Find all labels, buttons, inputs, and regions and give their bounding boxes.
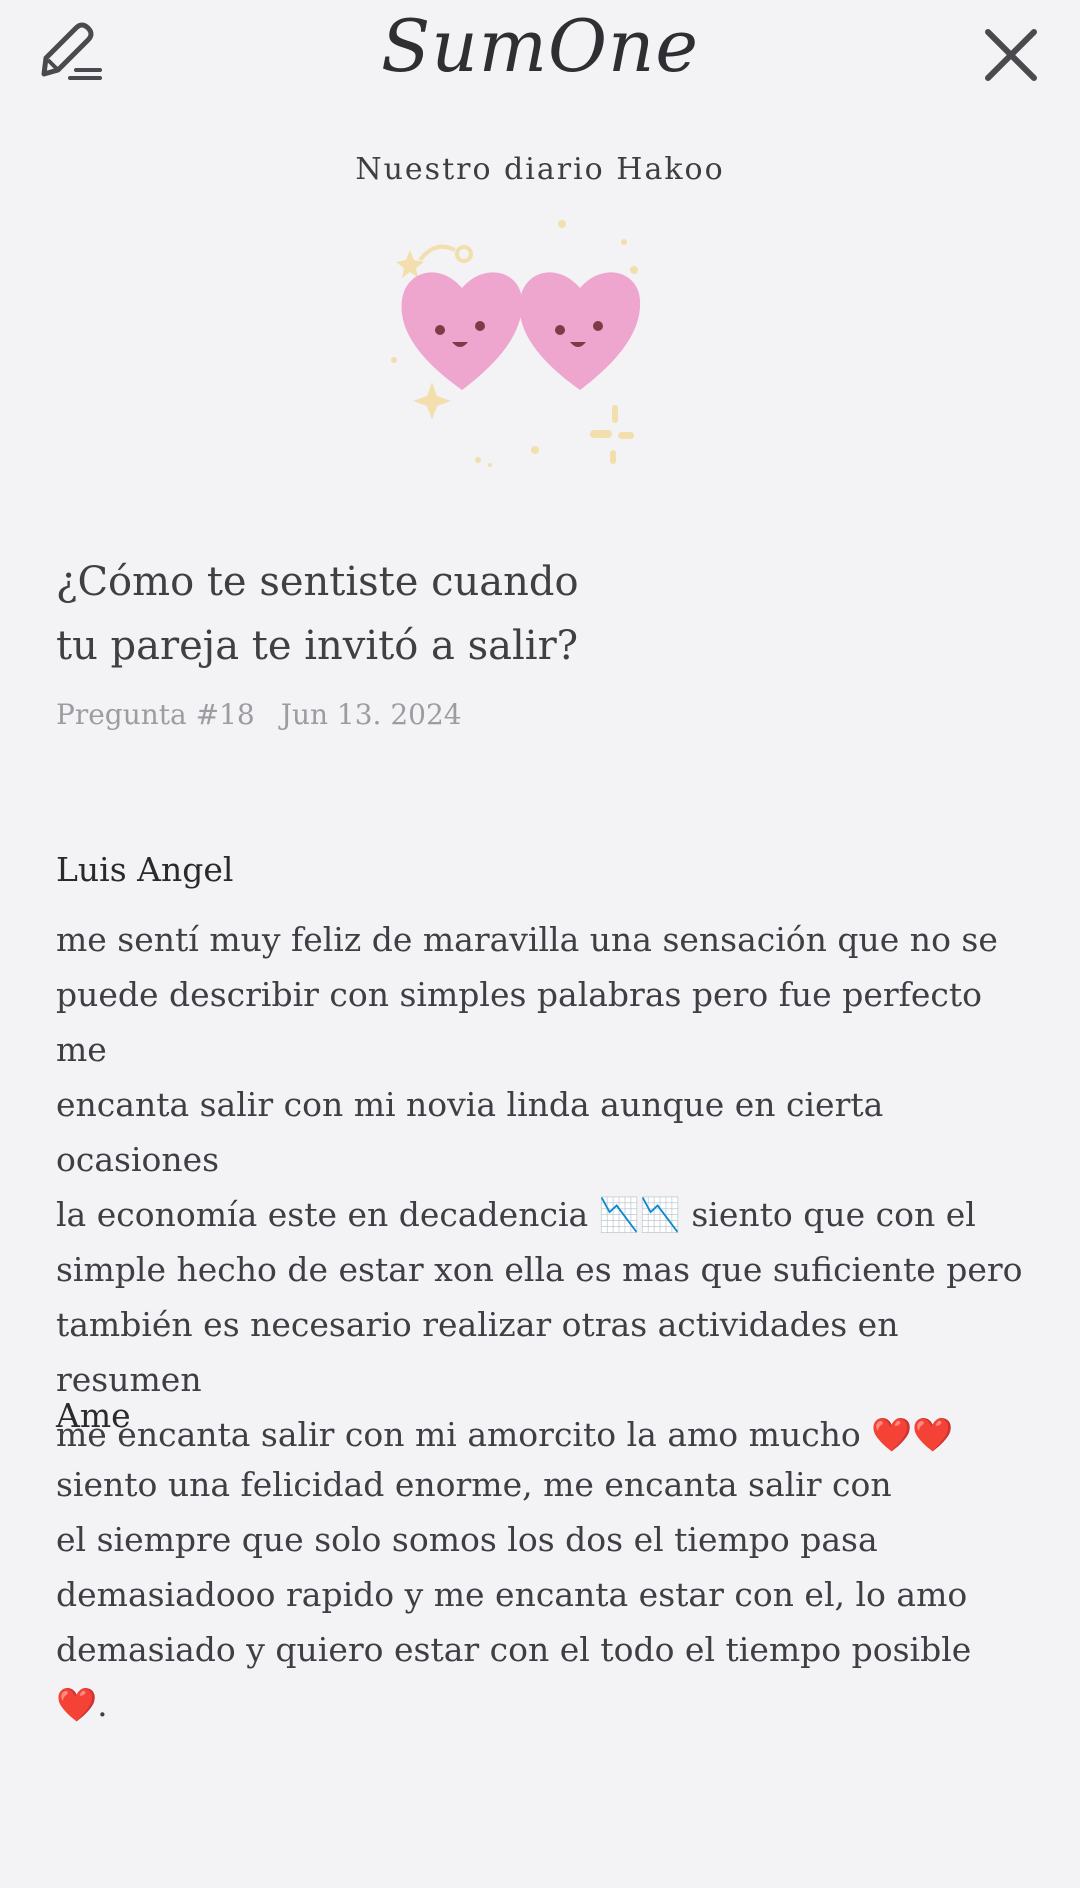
answer-line: la economía este en decadencia 📉📉 siento… <box>56 1195 976 1234</box>
question-meta: Pregunta #18 Jun 13. 2024 <box>56 698 462 731</box>
diary-name: Nuestro diario Hakoo <box>355 152 725 187</box>
question-number: Pregunta #18 <box>56 698 255 731</box>
hearts-illustration <box>380 210 700 480</box>
answer-body: me sentí muy feliz de maravilla una sens… <box>56 912 1036 1462</box>
question-line-2: tu pareja te invitó a salir? <box>56 623 579 669</box>
answer-line: me encanta salir con mi amorcito la amo … <box>56 1415 954 1454</box>
answer-line: el siempre que solo somos los dos el tie… <box>56 1520 878 1559</box>
answer-line: también es necesario realizar otras acti… <box>56 1305 899 1399</box>
answer-body: siento una felicidad enorme, me encanta … <box>56 1457 996 1732</box>
answer-line: me sentí muy feliz de maravilla una sens… <box>56 920 998 959</box>
top-bar: SumOne <box>0 0 1080 120</box>
answer-line: demasiadooo rapido y me encanta estar co… <box>56 1575 968 1614</box>
answer-line: simple hecho de estar xon ella es mas qu… <box>56 1250 1023 1289</box>
answer-line: puede describir con simples palabras per… <box>56 975 982 1069</box>
two-smiling-hearts-icon <box>391 220 641 467</box>
answer-line: encanta salir con mi novia linda aunque … <box>56 1085 884 1179</box>
close-icon <box>985 29 1037 81</box>
answer-line: demasiado y quiero estar con el todo el … <box>56 1630 972 1724</box>
question-date: Jun 13. 2024 <box>280 698 462 731</box>
app-logo: SumOne <box>381 4 699 88</box>
answer-author: Luis Angel <box>56 850 234 889</box>
close-button[interactable] <box>978 22 1044 88</box>
answer-author: Ame <box>56 1396 131 1435</box>
answer-line: siento una felicidad enorme, me encanta … <box>56 1465 892 1504</box>
question-line-1: ¿Cómo te sentiste cuando <box>56 559 579 605</box>
question-title: ¿Cómo te sentiste cuando tu pareja te in… <box>56 550 956 678</box>
